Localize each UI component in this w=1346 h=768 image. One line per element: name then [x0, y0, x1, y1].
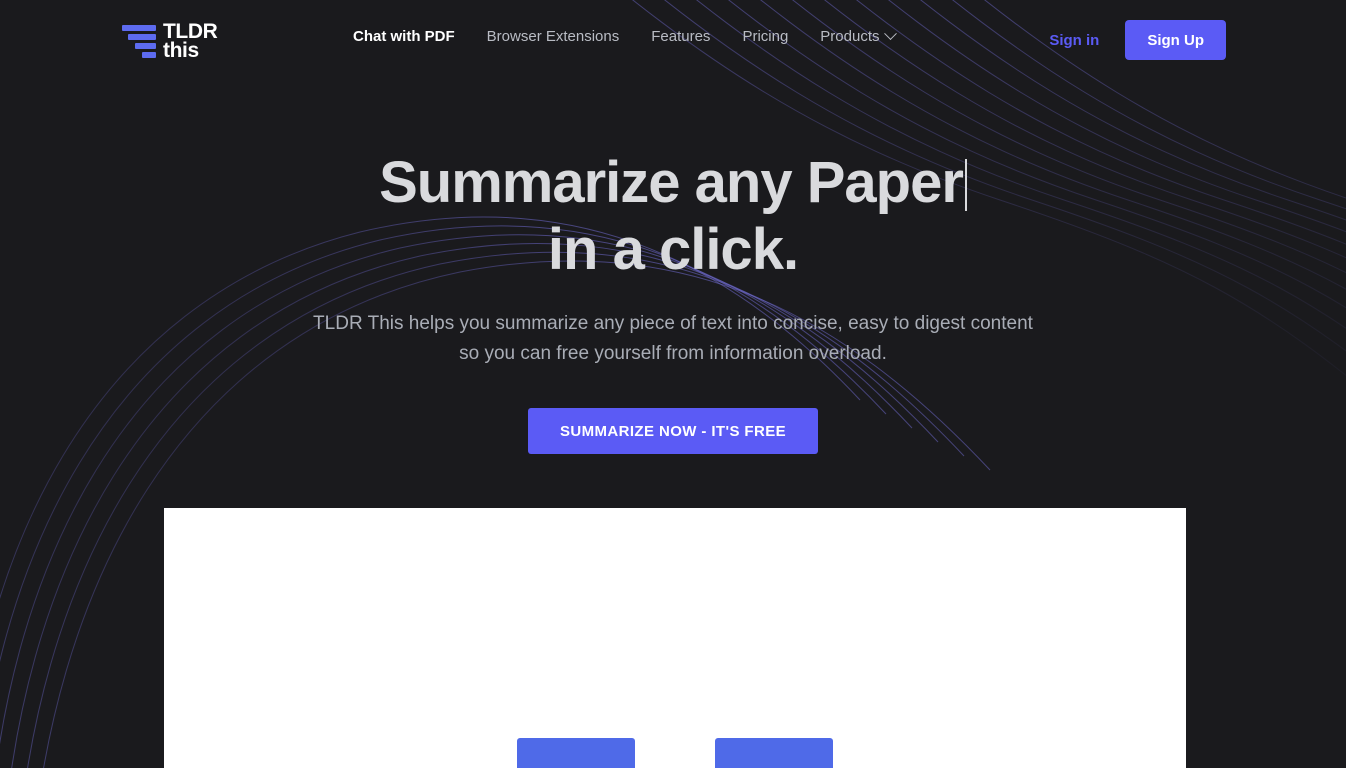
- hero-title-line-2: in a click.: [547, 216, 799, 282]
- summarize-now-button[interactable]: SUMMARIZE NOW - IT'S FREE: [527, 408, 819, 455]
- nav-label: Features: [651, 28, 711, 45]
- hero-subtitle: TLDR This helps you summarize any piece …: [0, 309, 1346, 368]
- nav-label: Browser Extensions: [486, 28, 620, 45]
- hero-cta-wrapper: SUMMARIZE NOW - IT'S FREE: [0, 408, 1346, 455]
- sign-up-button[interactable]: Sign Up: [1125, 20, 1226, 60]
- sign-in-link[interactable]: Sign in: [1049, 32, 1099, 49]
- main-navigation: Chat with PDF Browser Extensions Feature…: [353, 27, 911, 45]
- nav-item-features[interactable]: Features: [635, 28, 726, 45]
- nav-item-pricing[interactable]: Pricing: [726, 28, 804, 45]
- chevron-down-icon: [883, 27, 897, 41]
- typing-caret: [964, 159, 967, 211]
- hero-title-line-1: Summarize any Paper: [0, 150, 1346, 217]
- app-preview-button-1[interactable]: [517, 738, 635, 768]
- app-preview-button-2[interactable]: [715, 738, 833, 768]
- hero-title: Summarize any Paper in a click.: [0, 150, 1346, 283]
- app-preview-panel: [164, 508, 1186, 768]
- brand-wordmark: TLDR this: [163, 21, 218, 63]
- landing-page: TLDR this Chat with PDF Browser Extensio…: [0, 0, 1346, 768]
- hero-title-text-1: Summarize any Paper: [379, 150, 964, 215]
- nav-label: Products: [820, 28, 880, 45]
- nav-item-products[interactable]: Products: [804, 27, 910, 45]
- hero-subtitle-line-1: TLDR This helps you summarize any piece …: [313, 313, 1033, 335]
- brand-logo[interactable]: TLDR this: [122, 21, 218, 63]
- nav-label: Pricing: [742, 28, 789, 45]
- nav-item-browser-extensions[interactable]: Browser Extensions: [471, 28, 636, 45]
- hero-section: Summarize any Paper in a click. TLDR Thi…: [0, 150, 1346, 455]
- site-header: TLDR this Chat with PDF Browser Extensio…: [0, 0, 1346, 80]
- auth-actions: Sign in Sign Up: [1049, 20, 1226, 60]
- nav-label: Chat with PDF: [353, 28, 455, 45]
- app-preview-button-row: [164, 738, 1186, 768]
- hero-subtitle-line-2: so you can free yourself from informatio…: [459, 342, 887, 364]
- funnel-bars-logo-icon: [122, 22, 156, 60]
- nav-item-chat-with-pdf[interactable]: Chat with PDF: [353, 28, 471, 45]
- brand-line-2: this: [163, 39, 199, 63]
